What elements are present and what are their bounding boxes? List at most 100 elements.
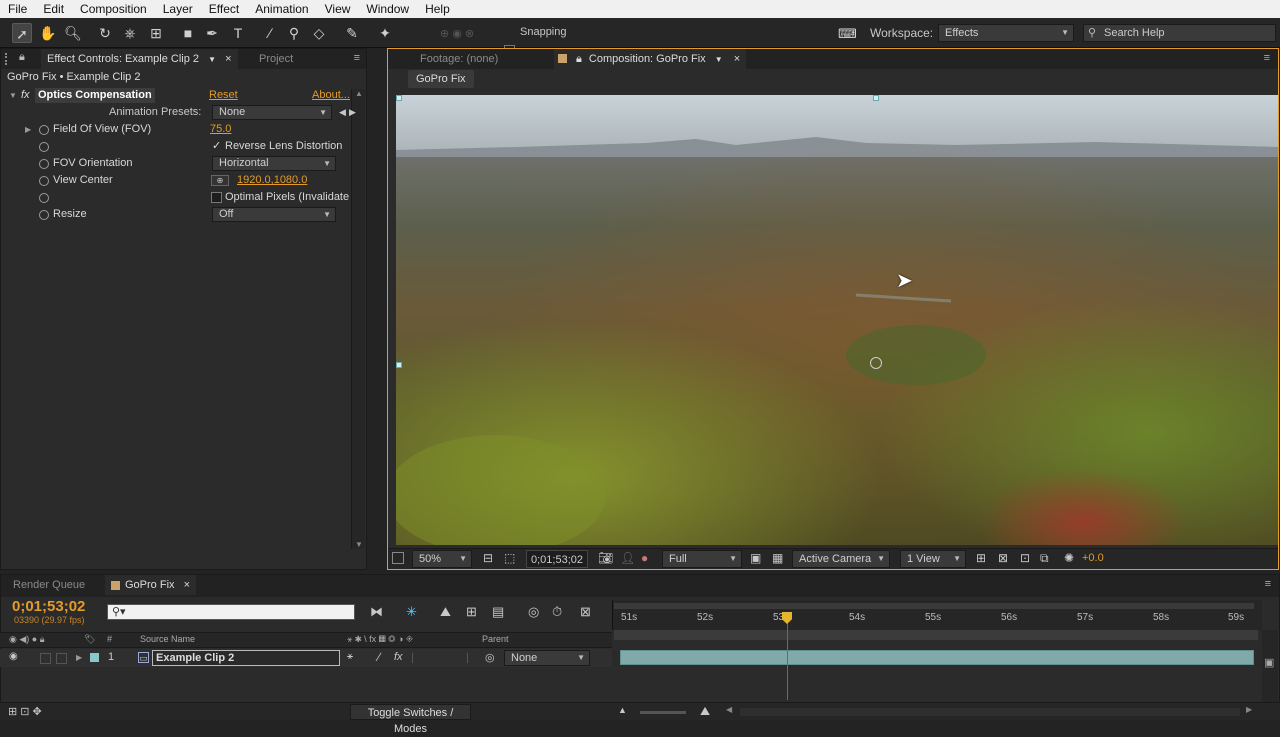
menu-animation[interactable]: Animation (247, 2, 316, 16)
snapshot-icon[interactable]: 📷︎ (598, 551, 613, 565)
pick-whip-icon[interactable]: ◎ (485, 651, 495, 664)
stopwatch-icon[interactable] (39, 125, 49, 135)
tab-composition[interactable]: 🔒︎ Composition: GoPro Fix ▼ × (554, 49, 747, 69)
quality-switch-icon[interactable]: ∕ (378, 650, 380, 664)
zoom-slider[interactable] (640, 711, 686, 714)
transform-handle[interactable] (873, 95, 879, 101)
exposure-value[interactable]: +0.0 (1082, 552, 1104, 564)
parent-dropdown[interactable]: None ▼ (504, 650, 590, 666)
tab-render-queue[interactable]: Render Queue (7, 575, 91, 595)
frame-blending-icon[interactable]: ▤ (492, 604, 504, 620)
eraser-tool-icon[interactable]: ◇ (309, 23, 329, 43)
tab-timeline-comp[interactable]: GoPro Fix × (105, 575, 197, 595)
tab-project[interactable]: Project (253, 49, 299, 69)
scroll-down-icon[interactable]: ▼ (355, 540, 363, 549)
selection-tool-icon[interactable]: ➚ (12, 23, 32, 43)
expand-triangle-icon[interactable]: ▶ (25, 121, 31, 138)
navigator-bar[interactable] (614, 630, 1258, 640)
reset-link[interactable]: Reset (209, 87, 238, 104)
expand-triangle-icon[interactable]: ▶ (76, 653, 82, 662)
fx-badge[interactable]: fx (21, 87, 30, 104)
stopwatch-icon[interactable] (39, 176, 49, 186)
stopwatch-icon[interactable] (39, 210, 49, 220)
brainstorm-icon[interactable]: ⏱ (552, 604, 562, 620)
toggle-switches-modes-button[interactable]: Toggle Switches / Modes (350, 704, 471, 735)
comp-mini-flowchart-icon[interactable]: ⧓ (370, 604, 383, 620)
panel-menu-icon[interactable]: ≡ (1265, 578, 1271, 590)
resize-dropdown[interactable]: Off ▼ (212, 207, 336, 222)
puppet-tool-icon[interactable]: ✦ (375, 23, 395, 43)
pen-tool-icon[interactable]: ✒ (202, 23, 222, 43)
work-area-bar[interactable] (614, 603, 1254, 609)
workspace-dropdown[interactable]: Effects ▼ (938, 24, 1074, 42)
zoom-in-icon[interactable]: ⛰ (700, 704, 710, 719)
draft-3d-icon[interactable]: ⛰ (440, 604, 451, 620)
lock-icon[interactable]: 🔒︎ (576, 53, 582, 65)
menu-edit[interactable]: Edit (35, 2, 72, 16)
brush-tool-icon[interactable]: ∕ (260, 23, 280, 43)
tab-footage[interactable]: Footage: (none) (414, 49, 504, 69)
exposure-reset-icon[interactable]: ✺ (1064, 551, 1074, 565)
view-layout-dropdown[interactable]: 1 View ▼ (900, 550, 966, 568)
transform-handle[interactable] (396, 95, 402, 101)
collapse-triangle-icon[interactable]: ▼ (9, 87, 17, 104)
stopwatch-icon[interactable] (39, 159, 49, 169)
switch-boxes[interactable] (412, 653, 468, 663)
table-row[interactable]: ◉ ▶ 1 ▭ Example Clip 2 ⚹ ∕ fx ◎ None ▼ (0, 649, 612, 667)
view-center-value[interactable]: 1920.0,1080.0 (237, 172, 307, 189)
menu-layer[interactable]: Layer (155, 2, 201, 16)
timeline-horizontal-scrollbar[interactable] (740, 708, 1240, 716)
layer-switches-pane-icon[interactable]: ⊞ ⊡ ✥ (8, 705, 42, 718)
layer-duration-bar[interactable] (620, 650, 1254, 665)
optimal-pixels-checkbox[interactable] (211, 192, 222, 203)
menu-composition[interactable]: Composition (72, 2, 155, 16)
solo-switch[interactable] (40, 653, 51, 664)
about-link[interactable]: About... (312, 87, 350, 104)
anchor-point-icon[interactable] (870, 357, 882, 369)
effect-name[interactable]: Optics Compensation (35, 88, 155, 103)
title-action-safe-icon[interactable]: ⊟ (483, 551, 493, 565)
camera-tool-icon[interactable]: ⎈ (120, 23, 140, 43)
layer-name-field[interactable]: Example Clip 2 (152, 650, 340, 666)
roto-brush-tool-icon[interactable]: ✎ (342, 23, 362, 43)
current-time-display[interactable]: 0;01;53;02 (12, 598, 85, 615)
label-color-swatch[interactable] (90, 653, 99, 662)
menu-view[interactable]: View (317, 2, 359, 16)
effect-switch-icon[interactable]: fx (394, 651, 403, 663)
close-icon[interactable]: × (734, 53, 740, 65)
pan-behind-tool-icon[interactable]: ⊞ (146, 23, 166, 43)
crosshair-icon[interactable]: ⊕ (211, 175, 229, 186)
lock-switch[interactable] (56, 653, 67, 664)
live-update-icon[interactable]: ✳ (406, 604, 417, 620)
prev-preset-icon[interactable]: ◀ (339, 104, 346, 121)
panel-menu-icon[interactable]: ≡ (1264, 52, 1270, 64)
motion-blur-icon[interactable]: ◎ (528, 604, 539, 620)
show-snapshot-icon[interactable]: 👤︎ (620, 551, 635, 565)
channel-icon[interactable]: ● (641, 551, 648, 565)
eye-icon[interactable]: ◉ (9, 651, 18, 662)
toggle-pixel-aspect-icon[interactable]: ⊞ (976, 551, 986, 565)
flowchart-icon[interactable]: ⧉ (1040, 551, 1049, 566)
scroll-left-icon[interactable]: ◀ (726, 705, 732, 714)
animation-presets-dropdown[interactable]: None ▼ (212, 105, 332, 120)
menu-help[interactable]: Help (417, 2, 458, 16)
panel-grip-icon[interactable] (5, 53, 13, 65)
zoom-dropdown[interactable]: 50% ▼ (412, 550, 472, 568)
stopwatch-icon[interactable] (39, 142, 49, 152)
panel-menu-icon[interactable]: ≡ (354, 52, 360, 64)
fast-previews-icon[interactable]: ▣ (750, 551, 761, 565)
graph-editor-icon[interactable]: ⊠ (580, 604, 591, 620)
type-tool-icon[interactable]: T (228, 23, 248, 43)
camera-dropdown[interactable]: Active Camera ▼ (792, 550, 890, 568)
hand-tool-icon[interactable]: ✋ (38, 23, 58, 43)
comp-breadcrumb[interactable]: GoPro Fix (408, 70, 474, 88)
menu-file[interactable]: File (0, 2, 35, 16)
transform-handle[interactable] (396, 362, 402, 368)
transparency-grid-icon[interactable]: ▦ (772, 551, 783, 565)
rotate-tool-icon[interactable]: ↻ (95, 23, 115, 43)
timeline-search-input[interactable]: ⚲▾ (107, 604, 355, 620)
menu-window[interactable]: Window (358, 2, 417, 16)
scroll-right-icon[interactable]: ▶ (1246, 705, 1252, 714)
search-help-input[interactable]: ⚲ Search Help (1083, 24, 1276, 42)
resolution-dropdown[interactable]: Full ▼ (662, 550, 742, 568)
